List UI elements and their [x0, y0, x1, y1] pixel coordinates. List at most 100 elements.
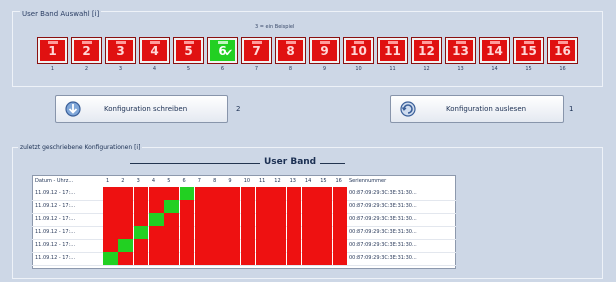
col-header-band-2[interactable]: 2 — [121, 178, 124, 184]
col-header-band-14[interactable]: 14 — [305, 178, 311, 184]
band-button-9[interactable]: 9 — [310, 38, 339, 63]
band-cell — [332, 213, 348, 226]
band-cell — [179, 252, 195, 265]
band-cell — [240, 226, 256, 239]
band-cell — [133, 226, 149, 239]
band-cell — [133, 187, 149, 200]
band-button-14[interactable]: 14 — [480, 38, 509, 63]
col-header-band-16[interactable]: 16 — [336, 178, 342, 184]
band-cell — [286, 226, 302, 239]
band-button-label: 7 — [252, 43, 261, 58]
row-serial: 00:87:09:29:3C:3E:31:30... — [349, 216, 417, 222]
band-button-13[interactable]: 13 — [446, 38, 475, 63]
band-cell — [164, 200, 179, 213]
band-button-10[interactable]: 10 — [344, 38, 373, 63]
row-date: 11.09.12 - 17:... — [35, 242, 76, 248]
band-cell — [133, 213, 149, 226]
write-config-label: Konfiguration schreiben — [104, 105, 188, 113]
band-cell — [286, 252, 302, 265]
band-cell — [164, 252, 179, 265]
band-cell — [271, 252, 287, 265]
band-led — [217, 41, 228, 44]
band-cell — [210, 239, 225, 252]
band-cell — [210, 200, 225, 213]
band-button-5[interactable]: 5 — [174, 38, 203, 63]
col-header-band-9[interactable]: 9 — [228, 178, 231, 184]
band-cell — [286, 187, 302, 200]
band-cell — [179, 187, 195, 200]
band-cell — [164, 239, 179, 252]
band-index-label: 7 — [254, 66, 259, 72]
band-cell — [103, 187, 118, 200]
band-cell — [118, 213, 134, 226]
band-button-11[interactable]: 11 — [378, 38, 407, 63]
band-cell — [332, 187, 348, 200]
col-header-band-3[interactable]: 3 — [137, 178, 140, 184]
col-header-date[interactable]: Datum - Uhrz... — [35, 178, 73, 184]
band-index-label: 15 — [525, 66, 532, 72]
band-led — [115, 41, 126, 44]
col-header-band-12[interactable]: 12 — [274, 178, 280, 184]
band-button-4[interactable]: 4 — [140, 38, 169, 63]
band-cell — [164, 226, 179, 239]
band-cell — [118, 252, 134, 265]
read-config-button[interactable]: Konfiguration auslesen — [390, 95, 564, 123]
band-cell — [332, 200, 348, 213]
user-band-line-left — [130, 163, 260, 164]
band-button-label: 8 — [286, 43, 295, 58]
band-button-1[interactable]: 1 — [38, 38, 67, 63]
band-cell — [240, 187, 256, 200]
col-header-band-7[interactable]: 7 — [198, 178, 201, 184]
band-cell — [271, 239, 287, 252]
band-button-2[interactable]: 2 — [72, 38, 101, 63]
band-cell — [286, 200, 302, 213]
band-led — [387, 41, 398, 44]
band-button-16[interactable]: 16 — [548, 38, 577, 63]
col-header-band-1[interactable]: 1 — [106, 178, 109, 184]
band-cell — [210, 213, 225, 226]
band-cell — [317, 213, 332, 226]
col-header-band-5[interactable]: 5 — [167, 178, 170, 184]
band-index-label: 1 — [50, 66, 55, 72]
band-cell — [103, 239, 118, 252]
row-serial: 00:87:09:29:3C:3E:31:30... — [349, 242, 417, 248]
band-cell — [301, 187, 317, 200]
row-date: 11.09.12 - 17:... — [35, 216, 76, 222]
col-header-band-15[interactable]: 15 — [320, 178, 326, 184]
band-button-6[interactable]: 6 ✔ — [208, 38, 237, 63]
col-header-band-10[interactable]: 10 — [244, 178, 250, 184]
band-cell — [194, 213, 210, 226]
col-header-band-4[interactable]: 4 — [152, 178, 155, 184]
band-button-7[interactable]: 7 — [242, 38, 271, 63]
col-header-band-13[interactable]: 13 — [290, 178, 296, 184]
band-cell — [118, 239, 134, 252]
band-cell — [118, 226, 134, 239]
band-hint: 3 = ein Beispiel — [255, 24, 295, 30]
col-header-band-6[interactable]: 6 — [183, 178, 186, 184]
band-button-15[interactable]: 15 — [514, 38, 543, 63]
band-index-label: 12 — [423, 66, 430, 72]
band-index-label: 5 — [186, 66, 191, 72]
band-led — [149, 41, 160, 44]
band-button-12[interactable]: 12 — [412, 38, 441, 63]
col-header-band-11[interactable]: 11 — [259, 178, 265, 184]
band-cell — [317, 200, 332, 213]
col-header-serial[interactable]: Seriennummer — [349, 178, 386, 184]
band-cell — [301, 252, 317, 265]
user-band-line-right — [320, 163, 345, 164]
band-cell — [225, 239, 241, 252]
band-index-label: 14 — [491, 66, 498, 72]
band-button-8[interactable]: 8 — [276, 38, 305, 63]
band-cell — [148, 187, 164, 200]
band-index-label: 8 — [288, 66, 293, 72]
band-led — [557, 41, 568, 44]
col-header-band-8[interactable]: 8 — [213, 178, 216, 184]
band-cell — [194, 252, 210, 265]
write-config-button[interactable]: Konfiguration schreiben — [55, 95, 228, 123]
band-button-label: 5 — [184, 43, 193, 58]
band-cell — [271, 187, 287, 200]
band-index-label: 11 — [389, 66, 396, 72]
band-cell — [164, 213, 179, 226]
band-button-3[interactable]: 3 — [106, 38, 135, 63]
band-cell — [133, 252, 149, 265]
